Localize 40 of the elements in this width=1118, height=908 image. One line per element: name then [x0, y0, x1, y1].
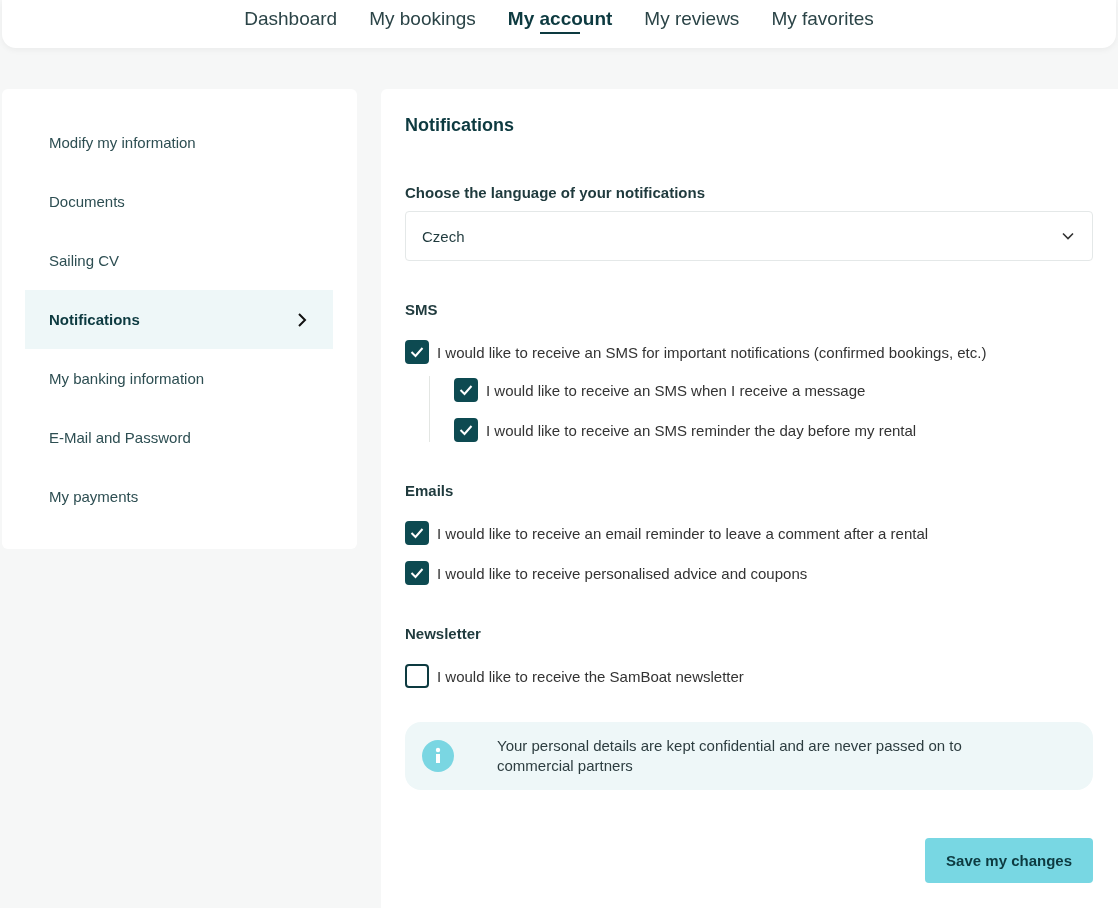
checkbox-label: I would like to receive an SMS for important notifications (confirmed bookings, etc.)	[437, 343, 987, 361]
info-icon	[422, 740, 454, 772]
sidebar-item[interactable]: My payments	[25, 467, 333, 526]
chevron-down-icon	[1062, 232, 1074, 240]
info-text: Your personal details are kept confidential and are never passed on to commercial partners	[497, 736, 963, 776]
chevron-right-icon	[297, 311, 307, 328]
checkbox-label: I would like to receive an SMS when I receive a message	[486, 381, 866, 399]
section-heading: Newsletter	[405, 625, 482, 642]
sidebar-item[interactable]: Sailing CV	[25, 231, 333, 290]
check-icon	[410, 567, 424, 579]
checkbox-label: I would like to receive an email reminder to leave a comment after a rental	[437, 524, 929, 542]
check-icon	[459, 384, 473, 396]
nav-tab[interactable]: My favorites	[771, 0, 874, 34]
checkbox-label: I would like to receive the SamBoat newsletter	[437, 667, 744, 685]
sidebar-item[interactable]: Notifications	[25, 290, 333, 349]
checkbox[interactable]	[405, 340, 429, 364]
nav-tab[interactable]: My bookings	[369, 0, 476, 34]
checkbox-label: I would like to receive personalised advice and coupons	[437, 564, 808, 582]
checkbox[interactable]	[454, 418, 478, 442]
sidebar-item[interactable]: Modify my information	[25, 113, 333, 172]
checkbox[interactable]	[405, 561, 429, 585]
save-button[interactable]: Save my changes	[925, 838, 1093, 883]
check-icon	[410, 346, 424, 358]
sidebar-item[interactable]: Documents	[25, 172, 333, 231]
checkbox[interactable]	[454, 378, 478, 402]
section-heading: Emails	[405, 482, 455, 499]
nav-tab[interactable]: Dashboard	[244, 0, 338, 34]
check-icon	[459, 424, 473, 436]
checkbox[interactable]	[405, 664, 429, 688]
checkbox[interactable]	[405, 521, 429, 545]
nav-tab[interactable]: My reviews	[644, 0, 740, 34]
nav-tab[interactable]: My account	[507, 0, 613, 34]
sidebar-item[interactable]: My banking information	[25, 349, 333, 408]
panel-title: Notifications	[405, 115, 515, 136]
sidebar-item[interactable]: E-Mail and Password	[25, 408, 333, 467]
language-dropdown[interactable]: Czech	[405, 211, 1093, 261]
field-label: Choose the language of your notifications	[405, 184, 706, 201]
check-icon	[410, 527, 424, 539]
checkbox-label: I would like to receive an SMS reminder the day before my rental	[486, 421, 917, 439]
section-heading: SMS	[405, 301, 439, 318]
